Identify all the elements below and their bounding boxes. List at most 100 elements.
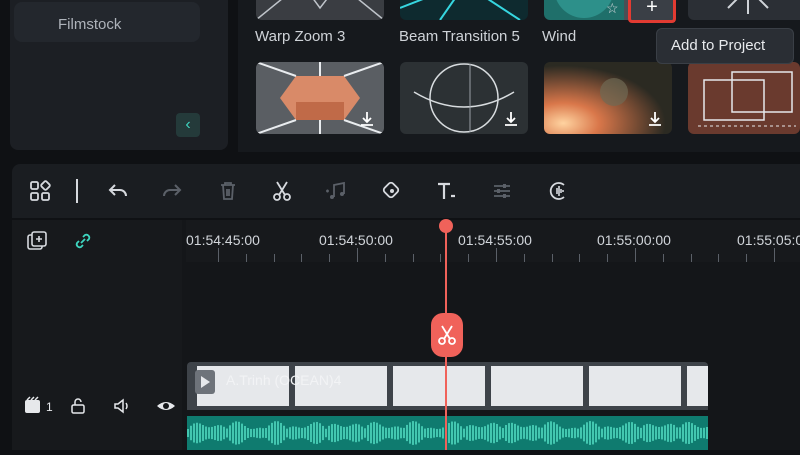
- add-track-icon[interactable]: [26, 230, 48, 252]
- waveform-bar: [547, 422, 549, 444]
- waveform-bar: [301, 427, 303, 439]
- waveform-bar: [541, 427, 543, 439]
- waveform-bar: [361, 426, 363, 440]
- waveform-bar: [271, 422, 273, 444]
- tooltip: Add to Project: [656, 28, 794, 64]
- waveform-bar: [694, 425, 696, 441]
- waveform-bar: [235, 421, 237, 445]
- star-icon[interactable]: ☆: [606, 0, 626, 16]
- collapse-sidebar-button[interactable]: ‹: [176, 113, 200, 137]
- waveform-bar: [460, 426, 462, 440]
- waveform-bar: [454, 421, 456, 445]
- tag-icon[interactable]: [380, 179, 404, 203]
- waveform-bar: [199, 423, 201, 443]
- waveform-bar: [604, 426, 606, 440]
- waveform-bar: [442, 427, 444, 439]
- waveform-bar: [265, 428, 267, 438]
- toolbar-divider: [76, 179, 78, 203]
- waveform-bar: [601, 428, 603, 438]
- download-icon[interactable]: [502, 110, 520, 128]
- waveform-bar: [679, 427, 681, 439]
- waveform-bar: [682, 424, 684, 442]
- waveform-bar: [349, 425, 351, 441]
- ruler-tick: [357, 248, 358, 262]
- waveform-bar: [634, 423, 636, 443]
- effect-thumb-frames[interactable]: [688, 62, 800, 134]
- waveform-bar: [313, 422, 315, 444]
- waveform-bar: [433, 428, 435, 438]
- waveform-bar: [703, 427, 705, 439]
- waveform-bar: [382, 426, 384, 440]
- waveform-bar: [598, 426, 600, 440]
- effect-thumb-light-leak[interactable]: [544, 62, 672, 134]
- waveform-bar: [700, 427, 702, 439]
- waveform-bar: [457, 423, 459, 443]
- delete-icon[interactable]: [216, 179, 240, 203]
- playhead-handle[interactable]: [439, 219, 453, 233]
- waveform-bar: [295, 426, 297, 440]
- sidebar-item-filmstock[interactable]: Filmstock: [14, 2, 200, 42]
- audio-record-icon[interactable]: [546, 179, 570, 203]
- download-icon[interactable]: [358, 110, 376, 128]
- waveform-bar: [379, 424, 381, 442]
- audio-waveform[interactable]: [187, 416, 708, 450]
- waveform-bar: [223, 426, 225, 440]
- link-icon[interactable]: [72, 230, 94, 252]
- waveform-bar: [544, 424, 546, 442]
- effect-thumb-sphere[interactable]: [400, 62, 528, 134]
- waveform-bar: [625, 423, 627, 443]
- waveform-bar: [673, 424, 675, 442]
- speaker-icon[interactable]: [112, 396, 132, 416]
- waveform-bar: [484, 426, 486, 440]
- waveform-bar: [244, 425, 246, 441]
- text-icon[interactable]: [434, 179, 458, 203]
- waveform-bar: [238, 421, 240, 445]
- ruler-tick: [468, 254, 470, 262]
- layout-icon[interactable]: [28, 179, 52, 203]
- waveform-bar: [487, 424, 489, 442]
- scissors-icon[interactable]: [270, 179, 294, 203]
- waveform-bar: [280, 422, 282, 444]
- effect-thumb-next[interactable]: [688, 0, 800, 20]
- waveform-bar: [610, 426, 612, 440]
- undo-icon[interactable]: [106, 179, 130, 203]
- play-icon: [195, 370, 215, 394]
- adjust-icon[interactable]: [490, 179, 514, 203]
- download-icon[interactable]: [646, 110, 664, 128]
- waveform-bar: [595, 423, 597, 443]
- waveform-bar: [466, 426, 468, 440]
- waveform-bar: [358, 424, 360, 442]
- waveform-bar: [247, 427, 249, 439]
- waveform-bar: [193, 423, 195, 443]
- ruler-tick: [218, 248, 219, 262]
- waveform-bar: [283, 425, 285, 441]
- waveform-bar: [337, 424, 339, 442]
- edit-toolbar: [12, 164, 800, 218]
- waveform-bar: [664, 425, 666, 441]
- effect-thumb-beam-transition-5[interactable]: [400, 0, 528, 20]
- split-button[interactable]: [431, 313, 463, 357]
- redo-icon[interactable]: [160, 179, 184, 203]
- waveform-bar: [307, 425, 309, 441]
- waveform-bar: [526, 426, 528, 440]
- waveform-bar: [580, 427, 582, 439]
- add-to-project-button[interactable]: +: [628, 0, 676, 23]
- waveform-bar: [202, 425, 204, 441]
- eye-icon[interactable]: [156, 396, 176, 416]
- timeline-ruler[interactable]: 01:54:45:00 01:54:50:00 01:54:55:00 01:5…: [186, 220, 800, 262]
- audio-beat-icon[interactable]: [324, 179, 348, 203]
- waveform-bar: [697, 426, 699, 440]
- ruler-tick: [440, 254, 442, 262]
- waveform-bar: [583, 424, 585, 442]
- effect-thumb-aperture[interactable]: [256, 62, 384, 134]
- waveform-bar: [658, 426, 660, 440]
- effect-thumb-warp-zoom-3[interactable]: [256, 0, 384, 20]
- waveform-bar: [391, 427, 393, 439]
- waveform-bar: [232, 422, 234, 444]
- waveform-bar: [577, 428, 579, 438]
- waveform-bar: [505, 424, 507, 442]
- waveform-bar: [319, 423, 321, 443]
- waveform-bar: [226, 428, 228, 438]
- ruler-tick: [551, 254, 553, 262]
- lock-icon[interactable]: [68, 396, 88, 416]
